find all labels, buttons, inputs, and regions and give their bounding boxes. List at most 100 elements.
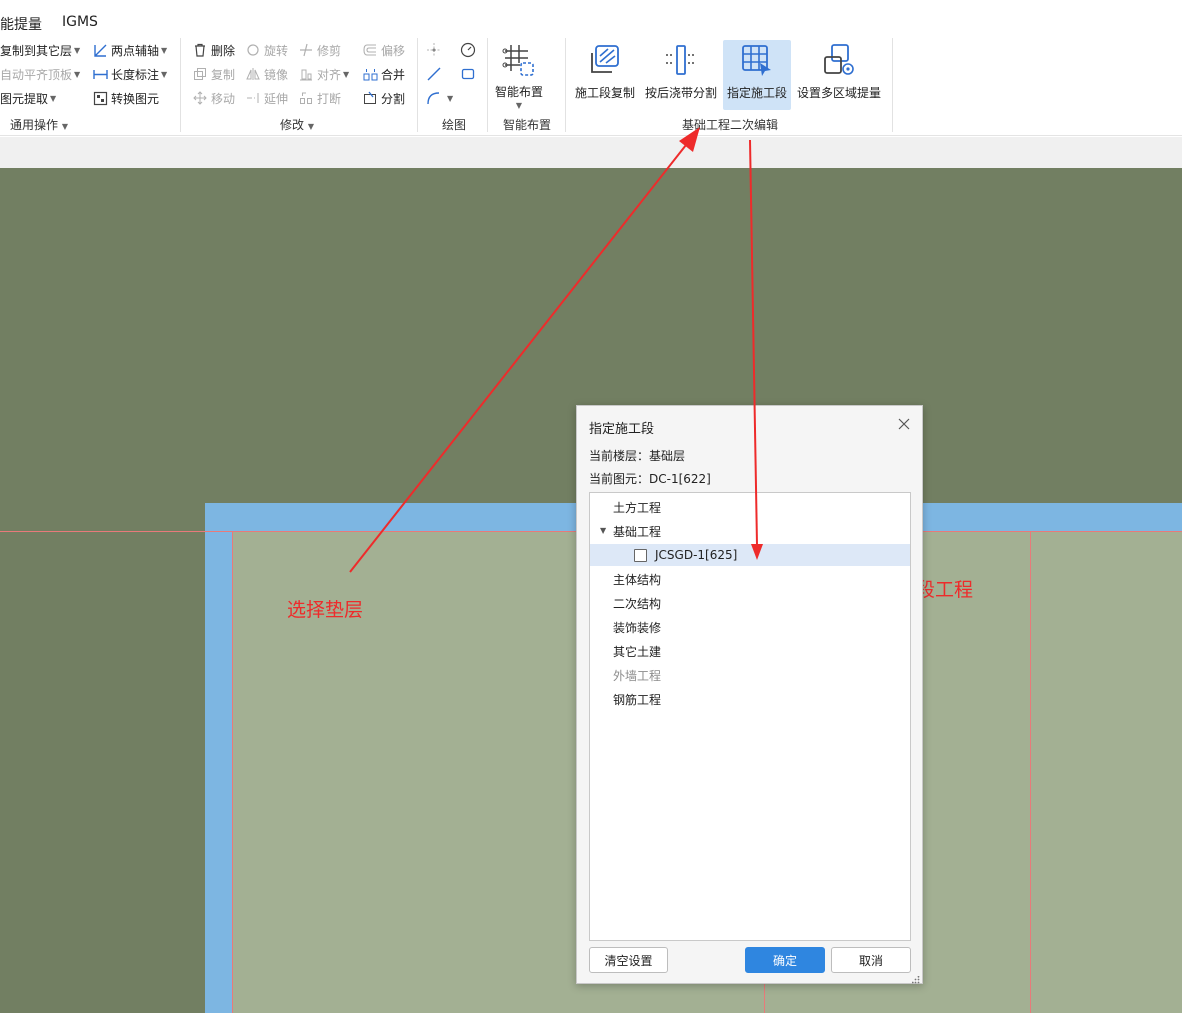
mirror-label: 镜像 [264,67,289,82]
tab-smart-quantity[interactable]: 能提量 [0,14,42,34]
chevron-down-icon: ▼ [161,45,168,55]
split-label: 分割 [381,91,406,106]
tab-igms[interactable]: IGMS [62,14,98,30]
clear-settings-button[interactable]: 清空设置 [589,947,668,973]
split-button[interactable]: 分割 [362,88,405,108]
group-divider [565,38,566,132]
offset-button[interactable]: 偏移 [362,40,405,60]
tree-node-label: 主体结构 [613,572,662,587]
extract-element-label: 图元提取 [0,91,49,106]
trim-label: 修剪 [317,43,342,58]
chevron-down-icon: ▼ [61,122,68,131]
extend-label: 延伸 [264,91,289,106]
convert-icon [92,90,108,106]
break-icon [298,90,314,106]
group-divider [892,38,893,132]
foundation-edit-group-title: 基础工程二次编辑 [682,118,779,132]
draw-circle-button[interactable] [460,40,479,60]
extract-element-button[interactable]: 图元提取 ▼ [0,88,56,108]
multi-zone-quantity-label: 设置多区域提量 [796,86,881,100]
assign-segment-button[interactable]: 指定施工段 [723,40,791,110]
tree-node-main-structure[interactable]: 主体结构 [590,568,910,590]
break-button[interactable]: 打断 [298,88,341,108]
draw-line-button[interactable] [426,64,445,84]
general-ops-group-title[interactable]: 通用操作 ▼ [10,116,68,133]
post-pour-split-label: 按后浇带分割 [644,86,717,100]
align-button[interactable]: 对齐 ▼ [298,64,349,84]
multi-zone-icon [821,42,857,78]
tree-node-exterior-wall[interactable]: 外墙工程 [590,664,910,686]
chevron-down-icon: ▼ [161,69,168,79]
annotation-select-cushion: 选择垫层 [287,599,364,621]
extend-icon [245,90,261,106]
offset-label: 偏移 [381,43,406,58]
tree-node-label: 基础工程 [613,524,662,539]
length-dim-button[interactable]: 长度标注 ▼ [92,64,167,84]
copy-icon [192,66,208,82]
grid-layout-icon [501,42,537,77]
auto-align-top-button[interactable]: 自动平齐顶板 ▼ [0,64,80,84]
line-icon [426,66,442,82]
draw-group-title: 绘图 [442,118,467,132]
convert-element-button[interactable]: 转换图元 [92,88,159,108]
trim-icon [298,42,314,58]
draw-point-button[interactable] [426,40,445,60]
merge-icon [362,66,378,82]
draw-arc-button[interactable]: ▼ [426,88,453,108]
rectangle-icon [460,66,476,82]
ok-button[interactable]: 确定 [745,947,825,973]
delete-button[interactable]: 删除 [192,40,235,60]
post-pour-split-button[interactable]: 按后浇带分割 [643,40,719,110]
smart-layout-group-title: 智能布置 [503,118,552,132]
copy-to-floor-label: 复制到其它层 [0,43,73,58]
merge-button[interactable]: 合并 [362,64,405,84]
menu-bar: 能提量 IGMS [0,0,1182,36]
cancel-button[interactable]: 取消 [831,947,911,973]
tree-node-label: 外墙工程 [613,668,662,683]
move-button[interactable]: 移动 [192,88,235,108]
tree-node-decoration[interactable]: 装饰装修 [590,616,910,638]
align-label: 对齐 [317,67,342,82]
tree-node-earthwork[interactable]: 土方工程 [590,496,910,518]
move-icon [192,90,208,106]
tree-node-secondary-structure[interactable]: 二次结构 [590,592,910,614]
dimension-icon [92,66,108,82]
segment-copy-icon [587,42,623,78]
copy-button[interactable]: 复制 [192,64,235,84]
circle-icon [460,42,476,58]
segment-checkbox[interactable] [634,548,647,562]
trim-button[interactable]: 修剪 [298,40,341,60]
group-divider [417,38,418,132]
current-floor-text: 当前楼层：基础层 [589,449,686,463]
segment-copy-button[interactable]: 施工段复制 [572,40,638,110]
tree-node-rebar[interactable]: 钢筋工程 [590,688,910,710]
current-element-text: 当前图元：DC-1[622] [589,472,711,486]
copy-label: 复制 [211,67,236,82]
rotate-button[interactable]: 旋转 [245,40,288,60]
mirror-button[interactable]: 镜像 [245,64,288,84]
multi-zone-quantity-button[interactable]: 设置多区域提量 [795,40,883,110]
group-divider [180,38,181,132]
copy-to-floor-button[interactable]: 复制到其它层 ▼ [0,40,80,60]
modify-group-title[interactable]: 修改 ▼ [280,116,314,133]
tree-node-jcsgd-1[interactable]: JCSGD-1[625] [590,544,910,566]
auto-align-top-label: 自动平齐顶板 [0,67,73,82]
guide-line-left [232,531,233,1013]
tree-node-label: 其它土建 [613,644,662,659]
dialog-title: 指定施工段 [589,422,655,437]
two-point-axis-button[interactable]: 两点辅轴 ▼ [92,40,167,60]
chevron-down-icon: ▼ [343,69,350,79]
resize-grip-icon[interactable] [911,973,920,984]
draw-rect-button[interactable] [460,64,479,84]
assign-segment-dialog: 指定施工段 当前楼层：基础层 当前图元：DC-1[622] 土方工程 ▼ 基础工… [576,405,923,984]
app-window: 能提量 IGMS 复制到其它层 ▼ 自动平齐顶板 ▼ 图元提取 ▼ 两点辅轴 ▼ 长度标… [0,0,1182,1013]
move-label: 移动 [211,91,236,106]
assign-segment-icon [739,42,775,78]
expand-arrow-icon[interactable]: ▼ [600,526,606,535]
arc-icon [426,90,442,106]
extend-button[interactable]: 延伸 [245,88,288,108]
close-icon[interactable] [896,416,912,432]
tree-node-foundation[interactable]: ▼ 基础工程 [590,520,910,542]
smart-layout-button[interactable]: 智能布置 ▼ [492,40,546,110]
tree-node-other-civil[interactable]: 其它土建 [590,640,910,662]
